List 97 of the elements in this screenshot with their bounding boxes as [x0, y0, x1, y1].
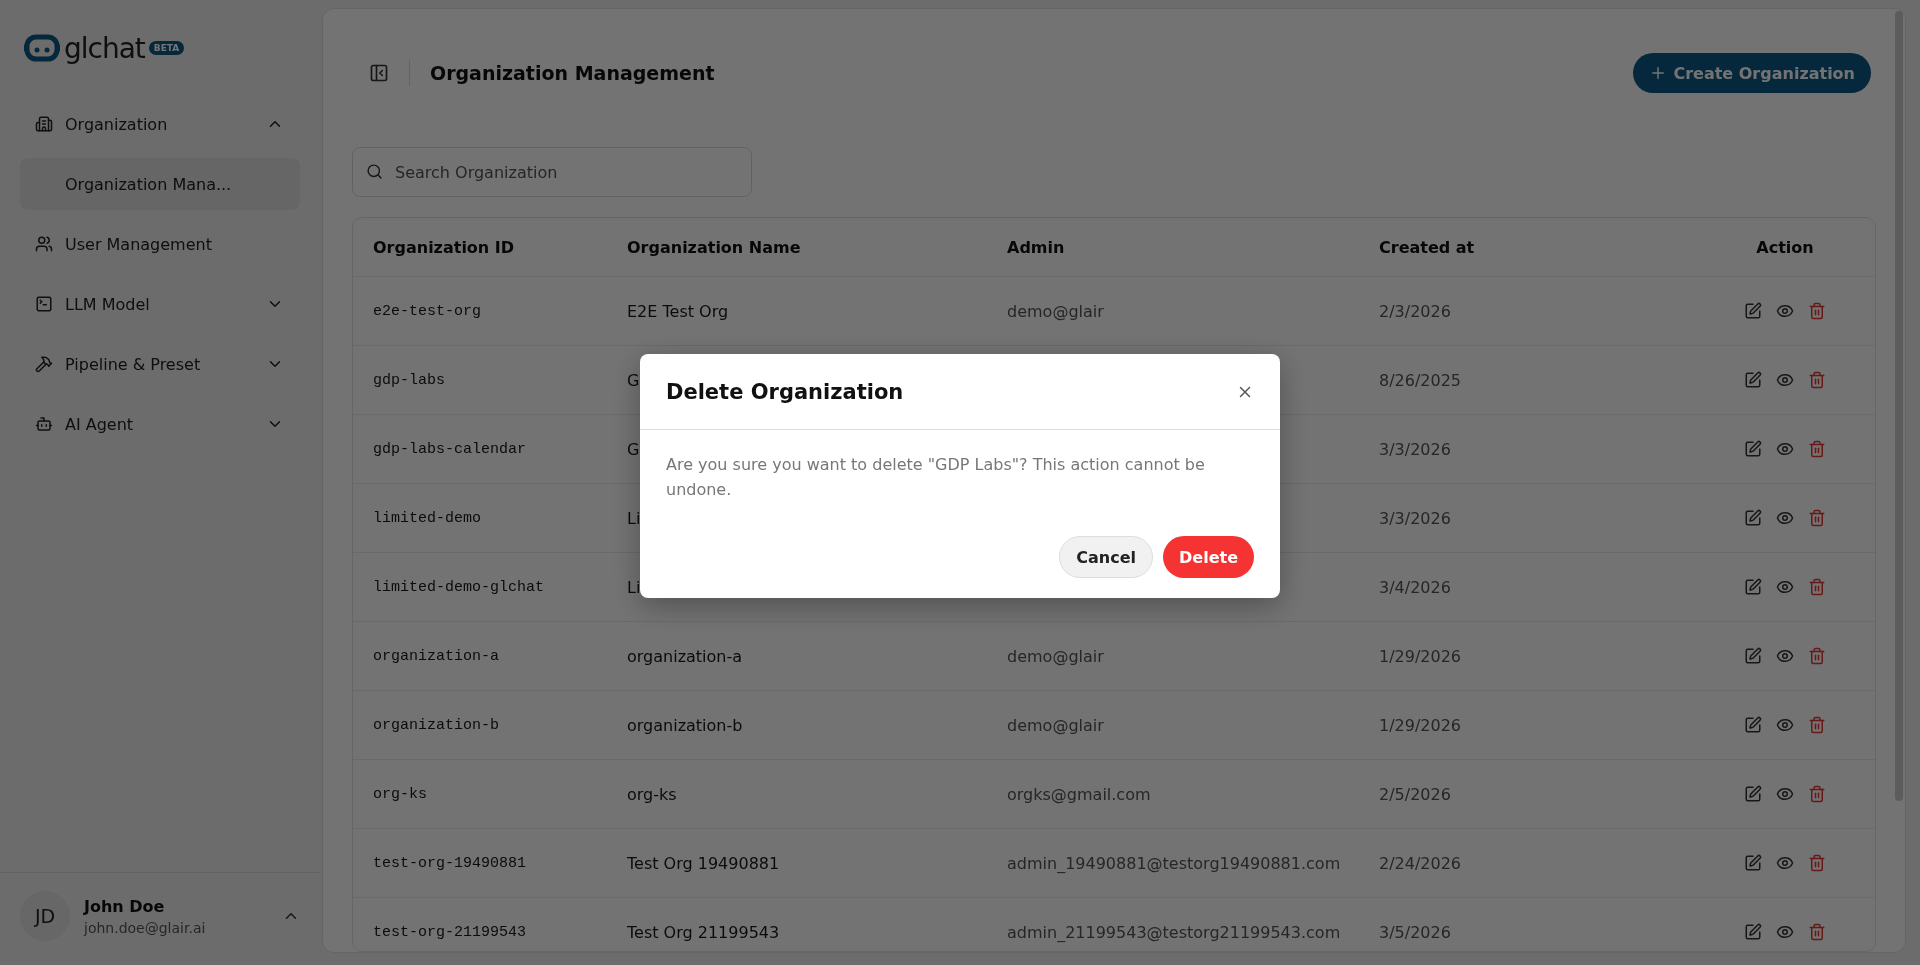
- user-avatar: JD: [20, 891, 70, 941]
- trash-icon[interactable]: [1808, 854, 1826, 872]
- column-header: Created at: [1378, 237, 1476, 257]
- column-header: Admin: [1006, 237, 1066, 257]
- table-cell: 2/24/2026: [1379, 853, 1462, 873]
- table-cell: organization-b: [627, 715, 743, 735]
- table-cell: 8/26/2025: [1379, 370, 1462, 390]
- table-cell: admin_19490881@testorg19490881.com: [1007, 853, 1341, 873]
- column-header: Organization Name: [626, 237, 802, 257]
- search-field[interactable]: Search Organization: [352, 147, 752, 197]
- trash-icon[interactable]: [1808, 302, 1826, 320]
- table-cell: 2/3/2026: [1379, 301, 1451, 321]
- trash-icon[interactable]: [1808, 785, 1826, 803]
- table-cell: demo@glair: [1007, 646, 1104, 666]
- search-icon: [366, 163, 383, 180]
- table-cell: test-org-19490881: [373, 854, 527, 872]
- edit-icon[interactable]: [1744, 785, 1762, 803]
- user-name: John Doe: [84, 896, 166, 916]
- dialog-message: Are you sure you want to delete "GDP Labs"? This action cannot be undone.: [665, 454, 1206, 501]
- table-cell: demo@glair: [1007, 301, 1104, 321]
- table-cell: e2e-test-org: [373, 302, 482, 320]
- beta-badge: BETA: [148, 41, 185, 55]
- table-cell: gdp-labs: [373, 371, 445, 389]
- table-cell: organization-b: [373, 716, 500, 734]
- eye-icon[interactable]: [1776, 371, 1794, 389]
- eye-icon[interactable]: [1776, 509, 1794, 527]
- table-cell: 3/5/2026: [1379, 922, 1451, 942]
- table-cell: 3/3/2026: [1379, 439, 1451, 459]
- table-cell: 3/3/2026: [1379, 508, 1451, 528]
- trash-icon[interactable]: [1808, 509, 1826, 527]
- eye-icon[interactable]: [1776, 923, 1794, 941]
- table-cell: org-ks: [627, 784, 677, 804]
- brand-name: glchat: [64, 31, 145, 65]
- table-cell: Test Org 19490881: [627, 853, 780, 873]
- table-cell: Li: [627, 508, 641, 528]
- column-header: Organization ID: [372, 237, 516, 257]
- sidebar-item[interactable]: Organization: [20, 98, 300, 150]
- edit-icon[interactable]: [1744, 371, 1762, 389]
- edit-icon[interactable]: [1744, 854, 1762, 872]
- table-cell: gdp-labs-calendar: [373, 440, 527, 458]
- robot-logo-icon: [24, 34, 60, 62]
- table-cell: organization-a: [373, 647, 500, 665]
- robot-icon: [35, 415, 53, 433]
- sidebar-item[interactable]: AI Agent: [20, 398, 300, 450]
- table-cell: org-ks: [373, 785, 427, 803]
- table-cell: demo@glair: [1007, 715, 1104, 735]
- table-cell: limited-demo-glchat: [373, 578, 545, 596]
- eye-icon[interactable]: [1776, 647, 1794, 665]
- terminal-icon: [35, 295, 53, 313]
- eye-icon[interactable]: [1776, 785, 1794, 803]
- trash-icon[interactable]: [1808, 440, 1826, 458]
- table-cell: orgks@gmail.com: [1007, 784, 1151, 804]
- trash-icon[interactable]: [1808, 371, 1826, 389]
- table-cell: Li: [627, 577, 641, 597]
- edit-icon[interactable]: [1744, 440, 1762, 458]
- edit-icon[interactable]: [1744, 923, 1762, 941]
- trash-icon[interactable]: [1808, 923, 1826, 941]
- cancel-button[interactable]: Cancel: [1059, 536, 1154, 578]
- table-cell: admin_21199543@testorg21199543.com: [1007, 922, 1341, 942]
- table-cell: test-org-21199543: [373, 923, 527, 941]
- table-cell: E2E Test Org: [627, 301, 729, 321]
- users-icon: [35, 235, 53, 253]
- dialog-title: Delete Organization: [666, 379, 904, 404]
- table-cell: limited-demo: [373, 509, 482, 527]
- eye-icon[interactable]: [1776, 578, 1794, 596]
- sidebar-item[interactable]: User Management: [20, 218, 300, 270]
- edit-icon[interactable]: [1744, 716, 1762, 734]
- trash-icon[interactable]: [1808, 578, 1826, 596]
- trash-icon[interactable]: [1808, 647, 1826, 665]
- delete-button[interactable]: Delete: [1163, 536, 1254, 578]
- table-cell: organization-a: [627, 646, 743, 666]
- table-cell: 1/29/2026: [1379, 646, 1462, 666]
- hammer-icon: [35, 355, 53, 373]
- sidebar-toggle-icon[interactable]: [369, 63, 389, 83]
- edit-icon[interactable]: [1744, 647, 1762, 665]
- table-cell: G: [627, 370, 640, 390]
- eye-icon[interactable]: [1776, 440, 1794, 458]
- sidebar-item[interactable]: LLM Model: [20, 278, 300, 330]
- building-icon: [35, 115, 53, 133]
- eye-icon[interactable]: [1776, 716, 1794, 734]
- column-header: Action: [1755, 237, 1815, 257]
- sidebar-subitem[interactable]: Organization Mana...: [20, 158, 300, 210]
- table-cell: Test Org 21199543: [627, 922, 780, 942]
- table-cell: G: [627, 439, 640, 459]
- page-title: Organization Management: [430, 62, 716, 84]
- trash-icon[interactable]: [1808, 716, 1826, 734]
- table-cell: 3/4/2026: [1379, 577, 1451, 597]
- eye-icon[interactable]: [1776, 854, 1794, 872]
- edit-icon[interactable]: [1744, 302, 1762, 320]
- table-cell: 1/29/2026: [1379, 715, 1462, 735]
- eye-icon[interactable]: [1776, 302, 1794, 320]
- edit-icon[interactable]: [1744, 578, 1762, 596]
- table-cell: 2/5/2026: [1379, 784, 1451, 804]
- user-email: john.doe@glair.ai: [84, 919, 207, 936]
- sidebar-item[interactable]: Pipeline & Preset: [20, 338, 300, 390]
- create-organization-button[interactable]: Create Organization: [1633, 53, 1871, 93]
- edit-icon[interactable]: [1744, 509, 1762, 527]
